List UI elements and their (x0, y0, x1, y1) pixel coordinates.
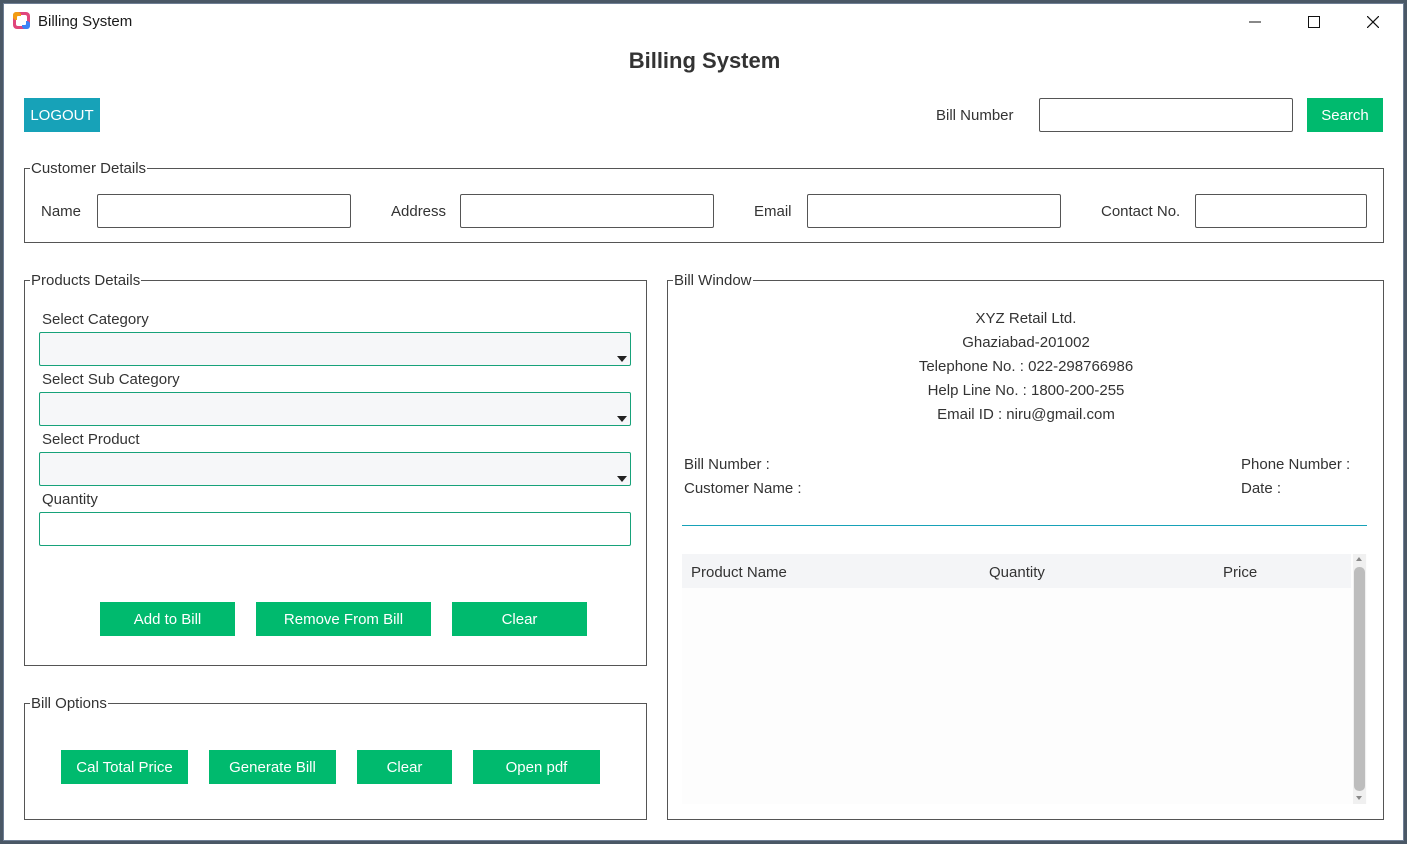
address-input[interactable] (460, 194, 714, 228)
contact-label: Contact No. (1101, 203, 1181, 220)
chevron-down-icon (617, 356, 627, 362)
product-label: Select Product (42, 431, 140, 448)
address-label: Address (391, 203, 447, 220)
company-name: XYZ Retail Ltd. (975, 310, 1077, 327)
subcategory-label: Select Sub Category (42, 371, 180, 388)
date-field-label: Date : (1241, 480, 1282, 497)
column-product-name: Product Name (691, 564, 787, 581)
name-label: Name (41, 203, 82, 220)
window-title: Billing System (38, 13, 133, 30)
company-telephone: Telephone No. : 022-298766986 (918, 358, 1134, 375)
company-email: Email ID : niru@gmail.com (937, 406, 1115, 423)
chevron-down-icon (617, 476, 627, 482)
scrollbar-thumb[interactable] (1354, 567, 1365, 791)
name-input[interactable] (97, 194, 351, 228)
customer-details-legend: Customer Details (30, 160, 148, 177)
column-price: Price (1223, 564, 1258, 581)
maximize-button[interactable] (1291, 7, 1337, 37)
bill-number-field-label: Bill Number : (684, 456, 770, 473)
close-icon (1367, 16, 1379, 28)
remove-from-bill-button[interactable]: Remove From Bill (256, 602, 431, 636)
subcategory-select[interactable] (39, 392, 631, 426)
quantity-input[interactable] (39, 512, 631, 546)
search-button[interactable]: Search (1307, 98, 1383, 132)
cal-total-price-button[interactable]: Cal Total Price (61, 750, 188, 784)
bill-options-legend: Bill Options (30, 695, 108, 712)
bill-separator (682, 525, 1367, 526)
clear-bill-button[interactable]: Clear (357, 750, 452, 784)
chevron-down-icon (617, 416, 627, 422)
email-label: Email (754, 203, 792, 220)
minimize-button[interactable] (1232, 7, 1278, 37)
close-button[interactable] (1350, 7, 1396, 37)
scroll-up-icon[interactable] (1356, 557, 1362, 561)
bill-number-label: Bill Number (936, 107, 1014, 124)
category-label: Select Category (42, 311, 149, 328)
customer-name-field-label: Customer Name : (684, 480, 802, 497)
company-city: Ghaziabad-201002 (962, 334, 1090, 351)
vertical-scrollbar[interactable] (1353, 554, 1366, 804)
app-window: Billing System Billing System LOGOUT Bil… (3, 3, 1404, 841)
company-helpline: Help Line No. : 1800-200-255 (927, 382, 1125, 399)
quantity-label: Quantity (42, 491, 98, 508)
contact-input[interactable] (1195, 194, 1367, 228)
open-pdf-button[interactable]: Open pdf (473, 750, 600, 784)
generate-bill-button[interactable]: Generate Bill (209, 750, 336, 784)
scroll-down-icon[interactable] (1356, 796, 1362, 800)
category-select[interactable] (39, 332, 631, 366)
clear-products-button[interactable]: Clear (452, 602, 587, 636)
product-select[interactable] (39, 452, 631, 486)
products-details-legend: Products Details (30, 272, 142, 289)
column-quantity: Quantity (989, 564, 1045, 581)
bill-items-table[interactable]: Product Name Quantity Price (682, 554, 1367, 804)
bill-number-search-input[interactable] (1039, 98, 1293, 132)
maximize-icon (1308, 16, 1320, 28)
bill-window-legend: Bill Window (673, 272, 753, 289)
table-header: Product Name Quantity Price (682, 554, 1351, 588)
minimize-icon (1249, 21, 1261, 23)
email-input[interactable] (807, 194, 1061, 228)
logout-button[interactable]: LOGOUT (24, 98, 100, 132)
add-to-bill-button[interactable]: Add to Bill (100, 602, 235, 636)
app-icon (13, 12, 30, 29)
phone-number-field-label: Phone Number : (1241, 456, 1351, 473)
page-title: Billing System (628, 48, 781, 73)
